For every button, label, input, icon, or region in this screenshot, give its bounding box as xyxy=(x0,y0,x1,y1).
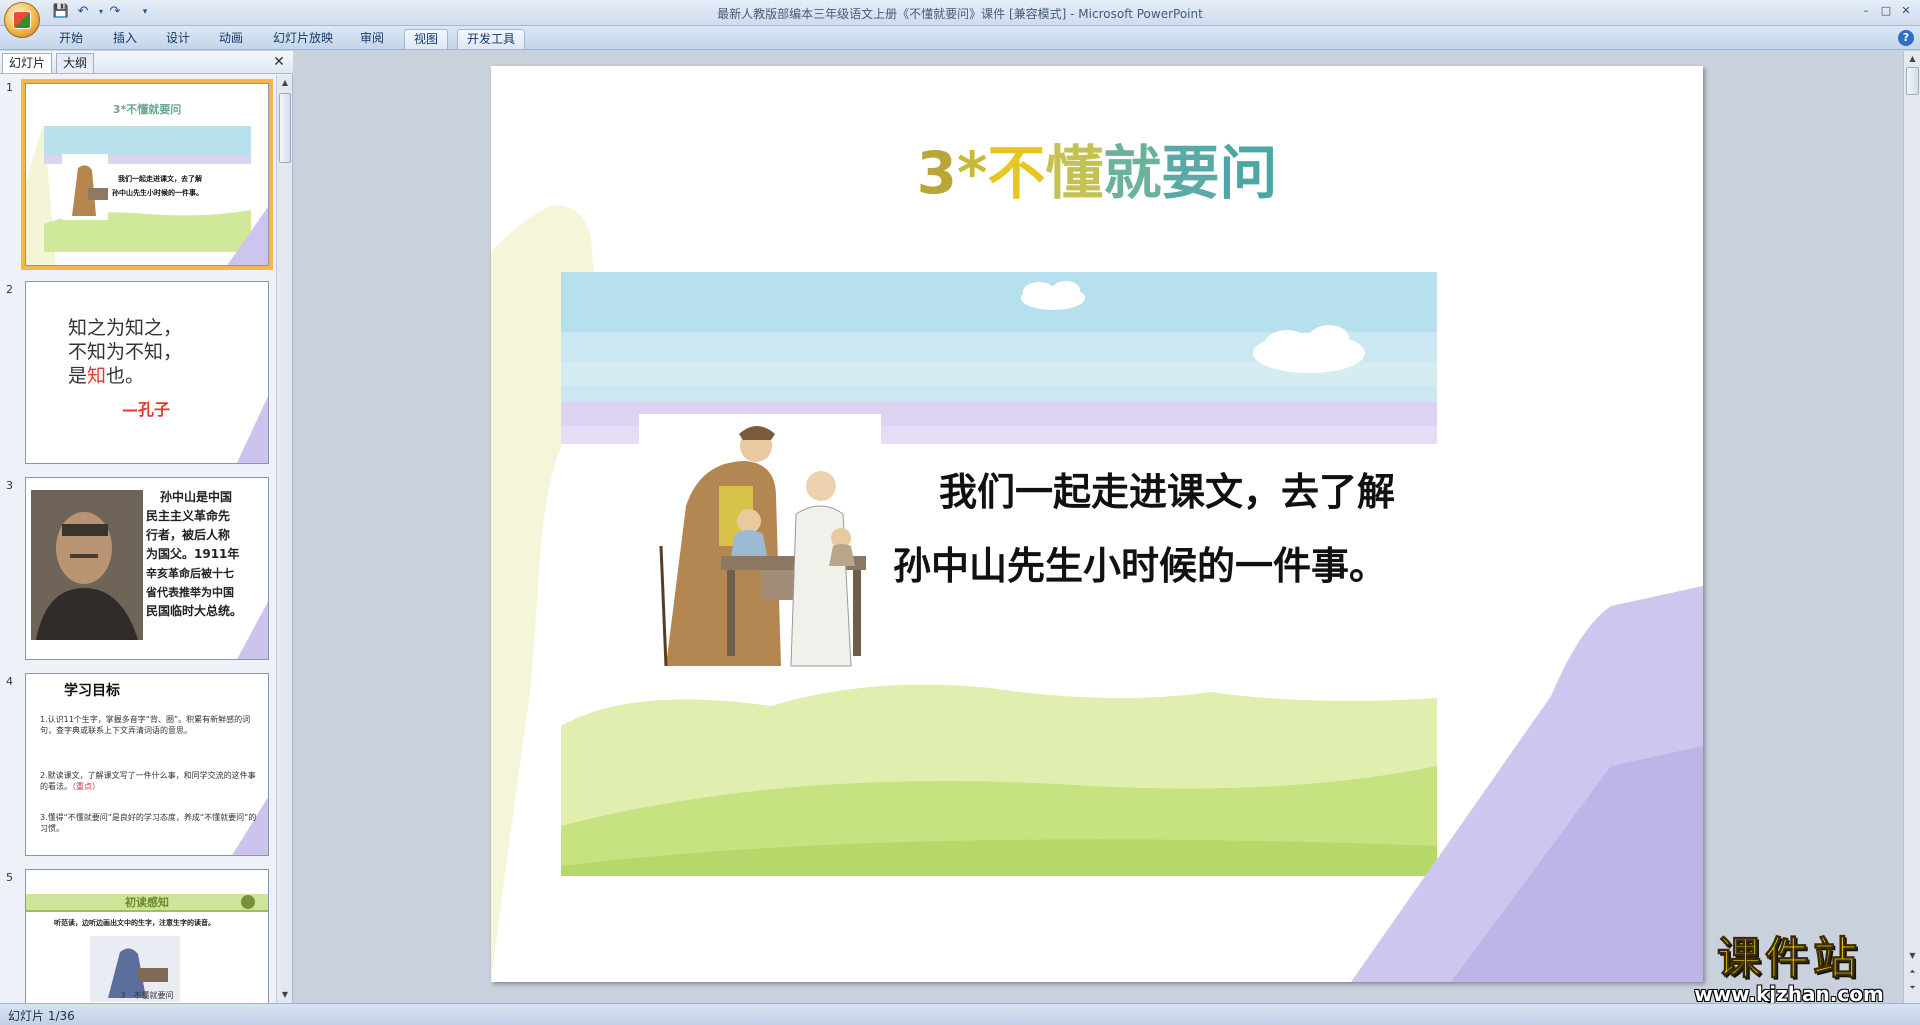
thumbnail-scrollbar[interactable]: ▲ ▼ xyxy=(276,75,292,1003)
slide-thumbnail-1[interactable]: 3*不懂就要问 我们一起走进课文，去了解 孙中山先生小时候的一件事。 xyxy=(21,79,273,270)
help-button[interactable]: ? xyxy=(1898,30,1914,46)
office-button[interactable] xyxy=(4,2,40,38)
scrollbar-thumb[interactable] xyxy=(279,93,291,163)
panel-tabs: 幻灯片 大纲 ✕ xyxy=(0,51,293,74)
panel-close-icon[interactable]: ✕ xyxy=(271,54,287,70)
thumb-3-text: 孙中山是中国 民主主义革命先 行者，被后人称 为国父。1911年 辛亥革命后被十… xyxy=(146,488,268,621)
window-title: 最新人教版部编本三年级语文上册《不懂就要问》课件 [兼容模式] - Micros… xyxy=(717,7,1203,21)
tab-outline[interactable]: 大纲 xyxy=(56,53,95,73)
slides-panel: 幻灯片 大纲 ✕ 1 3*不懂就要问 我们一起走进课文，去了解 孙中山先生小时候… xyxy=(0,51,293,1003)
bio-line: 行者，被后人称 xyxy=(146,528,231,542)
slide-scrollbar[interactable]: ▲ ▼ ⏶ ⏷ xyxy=(1903,51,1920,1003)
thumb-number: 2 xyxy=(6,283,13,296)
watermark-logo: 课件站 www.kjzhan.com xyxy=(1674,933,1904,1007)
bio-line: 民主主义革命先 xyxy=(146,509,231,523)
thumb-4-p3: 3.懂得“不懂就要问”是良好的学习态度，养成“不懂就要问”的习惯。 xyxy=(40,813,257,833)
thumb-4-p2: 2.默读课文，了解课文写了一件什么事，和同学交流的这件事的看法。（重点） xyxy=(40,770,260,792)
thumb-2-poem: 知之为知之， 不知为不知， 是知也。 xyxy=(68,316,182,388)
title-char: 不 xyxy=(987,139,1046,207)
thumb-4-p1: 1.认识11个生字，掌握多音字“背、圈”。积累有新鲜感的词句，查字典或联系上下文… xyxy=(40,715,251,735)
minimize-button[interactable]: – xyxy=(1856,3,1876,19)
slide-title: 3*不懂就要问 xyxy=(791,136,1403,210)
tab-design[interactable]: 设计 xyxy=(157,29,199,49)
close-button[interactable]: ✕ xyxy=(1896,3,1916,19)
maximize-button[interactable]: □ xyxy=(1876,3,1896,19)
tab-slideshow[interactable]: 幻灯片放映 xyxy=(264,29,342,49)
poem-line: 是知也。 xyxy=(68,364,182,388)
thumb-4-title: 学习目标 xyxy=(64,683,120,699)
title-char: 就 xyxy=(1103,139,1162,207)
thumb-1-title: 3*不懂就要问 xyxy=(112,103,182,116)
poem-highlight: 知 xyxy=(87,365,107,387)
title-char: 要 xyxy=(1161,139,1220,207)
bio-line: 为国父。1911年 xyxy=(146,547,240,561)
slide-edit-area: 3*不懂就要问 我们一起走进课文，去了解 孙中山先生小时候的一件事。 xyxy=(294,51,1903,1003)
tab-animation[interactable]: 动画 xyxy=(210,29,252,49)
thumb-number: 4 xyxy=(6,675,13,688)
thumb-1-text1: 我们一起走进课文，去了解 xyxy=(118,175,202,183)
next-slide-icon[interactable]: ⏷ xyxy=(1906,981,1919,995)
title-char: 懂 xyxy=(1045,139,1104,207)
thumb-5-caption: 3 不懂就要问 xyxy=(120,991,174,1000)
thumb-1-text2: 孙中山先生小时候的一件事。 xyxy=(112,189,203,197)
poem-line: 不知为不知， xyxy=(68,341,183,363)
poem-text: 是 xyxy=(68,365,88,387)
thumb-5-art xyxy=(26,894,268,1002)
slide-counter: 幻灯片 1/36 xyxy=(8,1009,75,1023)
office-logo-icon xyxy=(13,11,31,29)
scroll-up-icon[interactable]: ▲ xyxy=(279,77,291,89)
scroll-up-icon[interactable]: ▲ xyxy=(1906,52,1919,66)
slide-thumbnail-2[interactable]: 知之为知之， 不知为不知， 是知也。 —孔子 xyxy=(25,281,269,464)
title-char: 3 xyxy=(916,139,957,207)
tab-developer[interactable]: 开发工具 xyxy=(457,29,526,49)
thumb-2-author: —孔子 xyxy=(122,400,171,419)
thumb-number: 1 xyxy=(6,81,13,94)
thumb-number: 3 xyxy=(6,479,13,492)
bio-line: 孙中山是中国 xyxy=(160,490,233,504)
bio-line: 民国临时大总统。 xyxy=(146,604,243,618)
status-bar: 幻灯片 1/36 xyxy=(0,1003,1920,1025)
scroll-down-icon[interactable]: ▼ xyxy=(1906,949,1919,963)
slide-text-line2: 孙中山先生小时候的一件事。 xyxy=(893,544,1388,588)
thumb-number: 5 xyxy=(6,871,13,884)
slide-thumbnail-3[interactable]: 孙中山是中国 民主主义革命先 行者，被后人称 为国父。1911年 辛亥革命后被十… xyxy=(25,477,269,660)
watermark-title: 课件站 xyxy=(1717,933,1861,984)
watermark-url: www.kjzhan.com xyxy=(1694,982,1884,1006)
ribbon-tabs: 开始 插入 设计 动画 幻灯片放映 审阅 视图 开发工具 ? xyxy=(0,26,1920,50)
previous-slide-icon[interactable]: ⏶ xyxy=(1906,965,1919,979)
tab-review[interactable]: 审阅 xyxy=(351,29,393,49)
poem-text: 也。 xyxy=(106,365,145,387)
slide-thumbnail-5[interactable]: 初读感知 听范读，边听边画出文中的生字，注意生字的读音。 3 不懂就要问 xyxy=(25,869,269,1003)
tab-insert[interactable]: 插入 xyxy=(104,29,146,49)
title-char: * xyxy=(956,139,988,207)
tab-home[interactable]: 开始 xyxy=(50,29,92,49)
slide-text-line1: 我们一起走进课文，去了解 xyxy=(939,470,1396,514)
bio-line: 省代表推举为中国 xyxy=(146,586,234,599)
tab-slides[interactable]: 幻灯片 xyxy=(2,53,53,73)
title-char: 问 xyxy=(1219,139,1278,207)
tab-view[interactable]: 视图 xyxy=(404,29,449,49)
current-slide[interactable]: 3*不懂就要问 我们一起走进课文，去了解 孙中山先生小时候的一件事。 xyxy=(491,66,1703,982)
thumb-5-line: 听范读，边听边画出文中的生字，注意生字的读音。 xyxy=(54,919,215,927)
title-bar: 💾 ↶ ▾ ↷ ▾ 最新人教版部编本三年级语文上册《不懂就要问》课件 [兼容模式… xyxy=(0,0,1920,26)
thumb-5-banner: 初读感知 xyxy=(125,896,169,909)
slide-thumbnail-4[interactable]: 学习目标 1.认识11个生字，掌握多音字“背、圈”。积累有新鲜感的词句，查字典或… xyxy=(25,673,269,856)
poem-line: 知之为知之， xyxy=(68,317,183,339)
scrollbar-thumb[interactable] xyxy=(1906,67,1919,95)
bio-line: 辛亥革命后被十七 xyxy=(146,567,234,580)
thumbnail-list: 1 3*不懂就要问 我们一起走进课文，去了解 孙中山先生小时候的一件事。 2 知… xyxy=(0,75,277,1003)
p2-key: （重点） xyxy=(72,782,100,791)
scroll-down-icon[interactable]: ▼ xyxy=(279,989,291,1001)
